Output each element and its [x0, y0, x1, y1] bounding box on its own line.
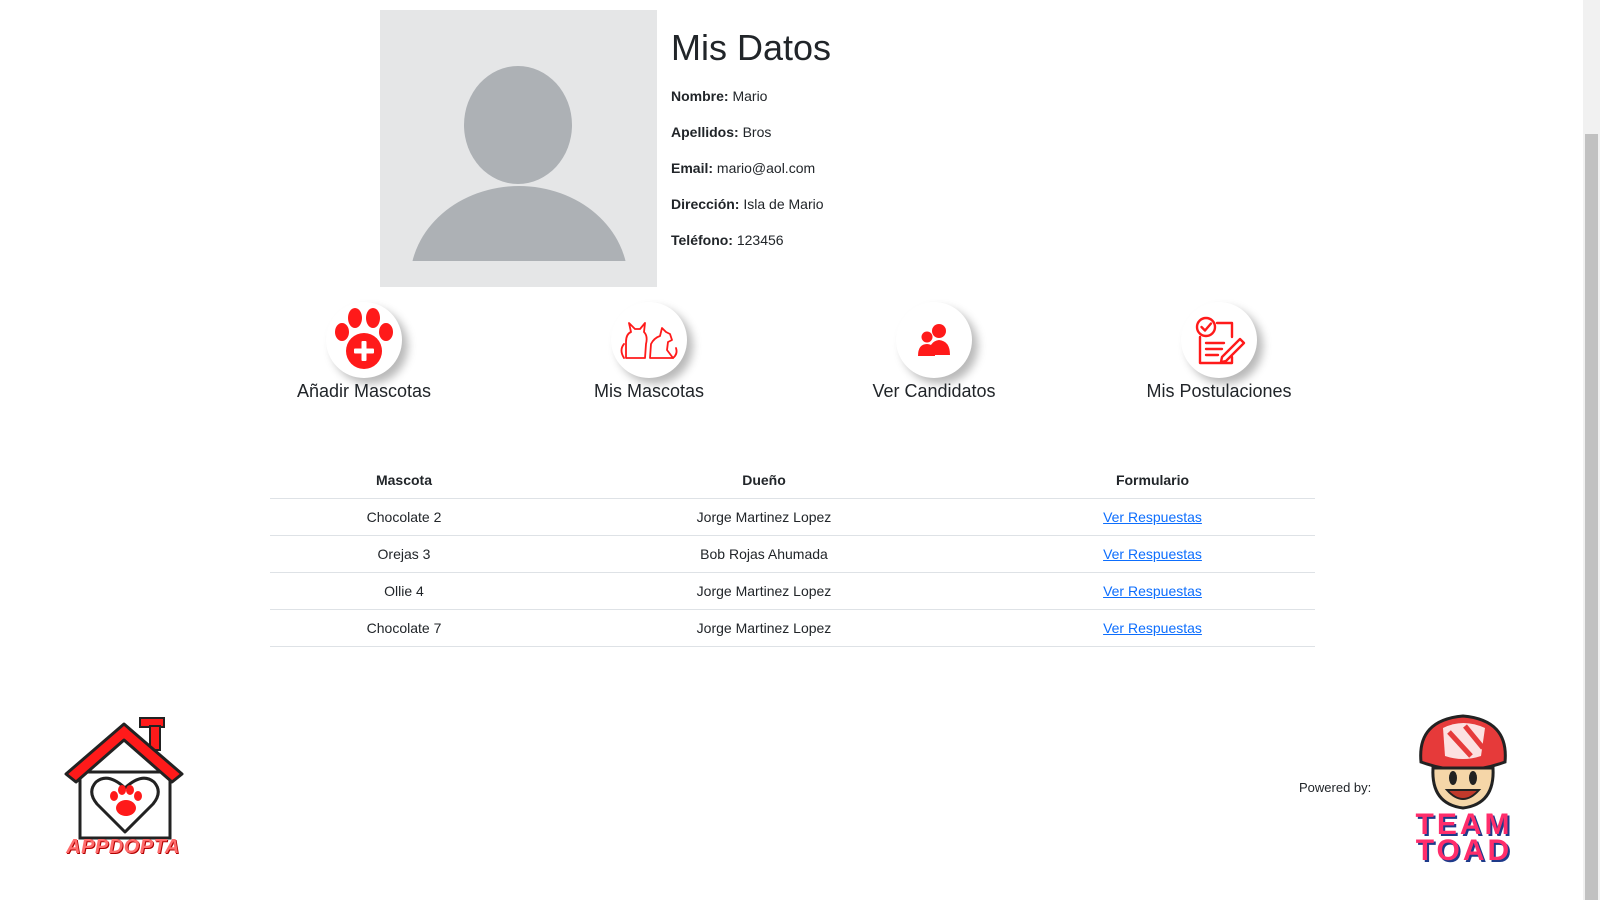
field-value: Bros [742, 124, 772, 140]
field-label: Email: [671, 160, 714, 176]
team-toad-logo-text: TEAM TOAD [1385, 810, 1543, 867]
my-pets-circle[interactable] [611, 302, 687, 378]
field-label: Dirección: [671, 196, 740, 212]
column-header-formulario: Formulario [990, 462, 1315, 499]
profile-field-telefono: Teléfono: 123456 [671, 230, 831, 250]
action-label: Mis Postulaciones [1146, 381, 1292, 401]
cell-mascota: Ollie 4 [270, 572, 538, 610]
profile-details: Mis Datos Nombre: Mario Apellidos: Bros … [671, 24, 831, 266]
cell-formulario: Ver Respuestas [990, 572, 1315, 610]
view-candidates-button[interactable]: Ver Candidatos [804, 302, 1064, 403]
cell-formulario: Ver Respuestas [990, 498, 1315, 536]
table-row: Chocolate 2 Jorge Martinez Lopez Ver Res… [270, 498, 1315, 536]
scrollbar-thumb[interactable] [1585, 134, 1598, 900]
view-responses-link[interactable]: Ver Respuestas [1103, 509, 1202, 525]
page-scrollbar[interactable] [1583, 0, 1600, 900]
powered-by-label: Powered by: [1299, 780, 1372, 795]
table-row: Orejas 3 Bob Rojas Ahumada Ver Respuesta… [270, 535, 1315, 573]
cell-formulario: Ver Respuestas [990, 535, 1315, 573]
team-toad-line2: TOAD [1415, 834, 1513, 867]
field-label: Teléfono: [671, 232, 733, 248]
cell-formulario: Ver Respuestas [990, 609, 1315, 647]
action-label: Añadir Mascotas [296, 381, 432, 401]
field-label: Apellidos: [671, 124, 739, 140]
paw-plus-icon [335, 308, 393, 369]
profile-field-direccion: Dirección: Isla de Mario [671, 194, 831, 214]
profile-field-nombre: Nombre: Mario [671, 86, 831, 106]
cell-mascota: Orejas 3 [270, 535, 538, 573]
add-pets-button[interactable]: Añadir Mascotas [234, 302, 494, 403]
profile-avatar [380, 10, 657, 287]
action-label: Ver Candidatos [872, 381, 996, 401]
view-candidates-circle[interactable] [896, 302, 972, 378]
profile-field-email: Email: mario@aol.com [671, 158, 831, 178]
users-icon [918, 324, 950, 356]
column-header-dueno: Dueño [538, 462, 990, 499]
view-responses-link[interactable]: Ver Respuestas [1103, 583, 1202, 599]
cell-dueno: Jorge Martinez Lopez [538, 609, 990, 647]
my-applications-button[interactable]: Mis Postulaciones [1089, 302, 1349, 403]
my-pets-button[interactable]: Mis Mascotas [519, 302, 779, 403]
view-responses-link[interactable]: Ver Respuestas [1103, 620, 1202, 636]
page-title: Mis Datos [671, 27, 832, 68]
profile-field-apellidos: Apellidos: Bros [671, 122, 831, 142]
table-header-row: Mascota Dueño Formulario [270, 462, 1315, 499]
field-value: Isla de Mario [743, 196, 824, 212]
applications-table: Mascota Dueño Formulario Chocolate 2 Jor… [270, 462, 1315, 647]
table-row: Chocolate 7 Jorge Martinez Lopez Ver Res… [270, 609, 1315, 647]
team-toad-logo-icon [1419, 714, 1507, 810]
checklist-edit-icon [1195, 316, 1246, 365]
field-value: 123456 [736, 232, 784, 248]
add-pets-circle[interactable] [326, 302, 402, 378]
cell-mascota: Chocolate 7 [270, 609, 538, 647]
action-label: Mis Mascotas [593, 381, 705, 401]
cat-dog-icon [620, 322, 678, 359]
cell-dueno: Jorge Martinez Lopez [538, 498, 990, 536]
table-row: Ollie 4 Jorge Martinez Lopez Ver Respues… [270, 572, 1315, 610]
column-header-mascota: Mascota [270, 462, 538, 499]
appdopta-logo-text: APPDOPTA [66, 836, 180, 858]
avatar-head [464, 66, 572, 184]
my-applications-circle[interactable] [1181, 302, 1257, 378]
cell-dueno: Jorge Martinez Lopez [538, 572, 990, 610]
cell-dueno: Bob Rojas Ahumada [538, 535, 990, 573]
cell-mascota: Chocolate 2 [270, 498, 538, 536]
view-responses-link[interactable]: Ver Respuestas [1103, 546, 1202, 562]
field-label: Nombre: [671, 88, 729, 104]
field-value: mario@aol.com [716, 160, 816, 176]
field-value: Mario [732, 88, 768, 104]
